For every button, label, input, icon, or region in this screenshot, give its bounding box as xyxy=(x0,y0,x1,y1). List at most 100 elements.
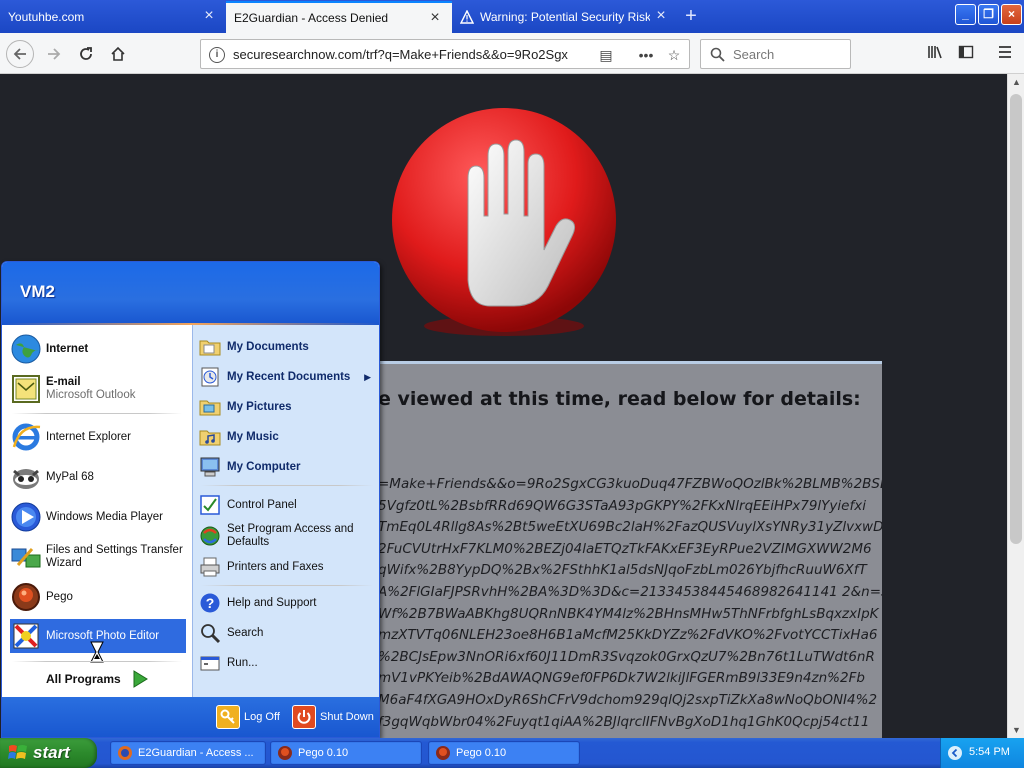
start-item-program-access[interactable]: Set Program Access and Defaults xyxy=(199,521,377,551)
system-tray: 5:54 PM xyxy=(940,738,1024,768)
start-item-search[interactable]: Search xyxy=(199,621,377,645)
hamburger-menu-icon[interactable] xyxy=(995,44,1015,64)
start-item-help[interactable]: ? Help and Support xyxy=(199,591,377,615)
internet-explorer-icon xyxy=(12,423,41,451)
close-window-button[interactable]: × xyxy=(1001,4,1022,25)
start-item-printers[interactable]: Printers and Faxes xyxy=(199,555,377,579)
close-tab-icon[interactable]: × xyxy=(428,10,442,26)
reader-view-icon[interactable]: ▤ xyxy=(597,47,615,63)
start-item-transfer-wizard[interactable]: Files and Settings Transfer Wizard xyxy=(10,539,188,575)
close-tab-icon[interactable]: × xyxy=(654,8,668,24)
log-off-button[interactable]: Log Off xyxy=(216,705,280,729)
start-item-email[interactable]: E-mail Microsoft Outlook xyxy=(10,371,188,407)
forward-button[interactable] xyxy=(40,40,68,68)
all-programs-button[interactable]: All Programs xyxy=(46,670,149,688)
start-item-control-panel[interactable]: Control Panel xyxy=(199,493,377,517)
reload-button[interactable] xyxy=(72,40,100,68)
forward-arrow-icon xyxy=(48,48,61,60)
sidebar-icon[interactable] xyxy=(956,44,976,64)
blocked-url-details: =Make+Friends&&o=9Ro2SgxCG3kuoDuq47FZBWo… xyxy=(378,476,882,735)
computer-icon xyxy=(200,457,220,477)
url-bar[interactable]: i securesearchnow.com/trf?q=Make+Friends… xyxy=(200,39,690,69)
scroll-up-icon[interactable]: ▲ xyxy=(1012,77,1021,87)
start-item-recent-documents[interactable]: My Recent Documents ▶ xyxy=(199,365,377,389)
detail-line: Wf%2B7BWaABKhg8UQRnNBK4YM4lz%2BHnsMHw5Th… xyxy=(378,605,879,622)
windows-logo-icon xyxy=(8,745,27,759)
start-item-pego[interactable]: Pego xyxy=(10,579,188,615)
tab-security-warning[interactable]: Warning: Potential Security Risk Ah × xyxy=(452,1,678,33)
start-item-internet[interactable]: Internet xyxy=(10,331,188,367)
start-item-my-documents[interactable]: My Documents xyxy=(199,335,377,359)
search-box[interactable]: Search xyxy=(700,39,851,69)
maximize-button[interactable]: ❐ xyxy=(978,4,999,25)
start-button[interactable]: start xyxy=(0,738,97,768)
scrollbar-thumb[interactable] xyxy=(1010,94,1022,544)
run-icon xyxy=(200,656,220,671)
shut-down-button[interactable]: Shut Down xyxy=(292,705,374,729)
pego-icon xyxy=(278,746,292,760)
home-button[interactable] xyxy=(104,40,132,68)
details-heading: e viewed at this time, read below for de… xyxy=(378,388,861,410)
start-item-mypal[interactable]: MyPal 68 xyxy=(10,459,188,495)
firefox-icon xyxy=(118,746,132,760)
back-button[interactable] xyxy=(6,40,34,68)
detail-line: mV1vPKYeib%2BdAWAQNG9ef0FP6Dk7W2lkiJlFGE… xyxy=(378,670,865,687)
detail-line: A%2FlGIaFJPSRvhH%2BA%3D%3D&c=21334538445… xyxy=(378,583,882,600)
tab-youtuhbe[interactable]: Youtuhbe.com × xyxy=(0,1,226,33)
help-icon: ? xyxy=(200,593,220,613)
taskbar-item-browser[interactable]: E2Guardian - Access ... xyxy=(110,741,266,765)
browser-tab-strip: Youtuhbe.com × E2Guardian - Access Denie… xyxy=(0,0,1024,33)
detail-line: TmEq0L4Rllg8As%2Bt5weEtXU69Bc2laH%2FazQU… xyxy=(378,519,882,536)
taskbar-item-pego[interactable]: Pego 0.10 xyxy=(428,741,580,765)
folder-icon xyxy=(199,430,221,446)
close-tab-icon[interactable]: × xyxy=(202,8,216,24)
busy-cursor-icon xyxy=(90,641,104,663)
search-placeholder: Search xyxy=(733,47,775,62)
key-icon xyxy=(216,705,240,729)
pego-icon xyxy=(12,583,40,611)
taskbar: start E2Guardian - Access ... Pego 0.10 … xyxy=(0,738,1024,768)
detail-line: M6aF4fXGA9HOxDyR6ShCFrV9dchom929qlQj2sxp… xyxy=(378,691,878,708)
transfer-wizard-icon xyxy=(11,548,41,568)
new-tab-button[interactable]: + xyxy=(680,4,702,28)
detail-line: qWifx%2B8YypDQ%2Bx%2FSthhK1al5dsNJqoFzbL… xyxy=(378,562,867,579)
separator xyxy=(12,661,182,662)
start-item-internet-explorer[interactable]: Internet Explorer xyxy=(10,419,188,455)
start-menu-places: My Documents My Recent Documents ▶ My Pi… xyxy=(192,325,379,697)
page-actions-icon[interactable]: ••• xyxy=(637,47,655,63)
start-menu: VM2 Internet E-mail Microsoft Outlook Int… xyxy=(1,261,380,738)
printer-icon xyxy=(200,557,220,577)
start-item-my-pictures[interactable]: My Pictures xyxy=(199,395,377,419)
url-text[interactable]: securesearchnow.com/trf?q=Make+Friends&&… xyxy=(233,47,589,62)
globe-icon xyxy=(11,334,41,364)
start-item-run[interactable]: Run... xyxy=(199,651,377,675)
library-icon[interactable] xyxy=(925,44,945,64)
bookmark-star-icon[interactable]: ☆ xyxy=(665,47,683,63)
mypal-icon xyxy=(13,469,39,489)
separator xyxy=(201,585,373,586)
scroll-down-icon[interactable]: ▼ xyxy=(1012,725,1021,735)
detail-line: =Make+Friends&&o=9Ro2SgxCG3kuoDuq47FZBWo… xyxy=(378,476,882,492)
control-panel-icon xyxy=(200,495,220,515)
folder-icon xyxy=(199,340,221,356)
tab-title: E2Guardian - Access Denied xyxy=(234,11,389,25)
vertical-scrollbar[interactable]: ▲ ▼ xyxy=(1007,74,1024,738)
email-sublabel: Microsoft Outlook xyxy=(46,389,136,401)
svg-text:?: ? xyxy=(206,595,215,611)
tray-chevron-icon[interactable] xyxy=(947,745,963,761)
start-item-media-player[interactable]: Windows Media Player xyxy=(10,499,188,535)
stop-hand-icon xyxy=(392,108,616,336)
start-item-my-music[interactable]: My Music xyxy=(199,425,377,449)
email-label: E-mail xyxy=(46,376,81,388)
taskbar-item-pego[interactable]: Pego 0.10 xyxy=(270,741,422,765)
clock[interactable]: 5:54 PM xyxy=(969,746,1010,758)
start-item-my-computer[interactable]: My Computer xyxy=(199,455,377,479)
tab-title: Warning: Potential Security Risk Ah xyxy=(480,10,650,24)
minimize-button[interactable]: _ xyxy=(955,4,976,25)
access-denied-details-panel: e viewed at this time, read below for de… xyxy=(378,361,882,738)
username: VM2 xyxy=(20,282,55,301)
site-info-icon[interactable]: i xyxy=(209,47,225,63)
search-icon xyxy=(201,624,221,644)
start-menu-header: VM2 xyxy=(2,262,379,325)
tab-e2guardian[interactable]: E2Guardian - Access Denied × xyxy=(226,1,452,33)
